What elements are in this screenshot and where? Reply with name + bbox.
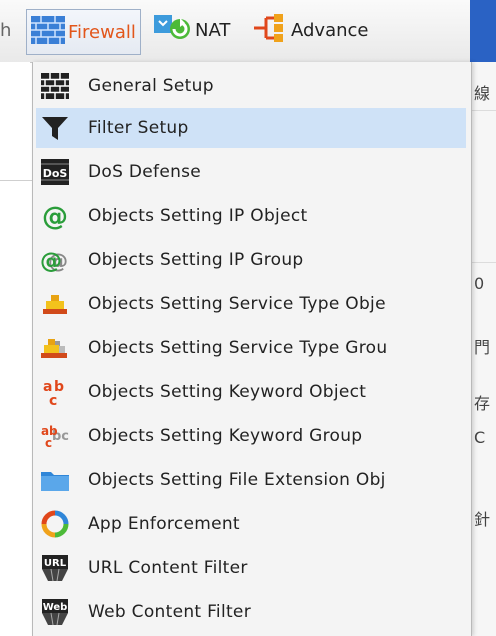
nat-menu-button[interactable]: NAT	[154, 10, 230, 50]
at-icon: @	[40, 201, 70, 231]
top-toolbar: h Firewall NAT Advance	[0, 0, 470, 63]
dos-icon: DoS	[40, 157, 70, 187]
menu-item-keyword-group[interactable]: bc a b c Objects Setting Keyword Group	[36, 416, 466, 456]
menu-item-label: DoS Defense	[88, 162, 202, 182]
menu-item-file-extension-object[interactable]: Objects Setting File Extension Obj	[36, 460, 466, 500]
firewall-icon	[31, 15, 68, 49]
keyword-icon: a b c	[40, 377, 70, 407]
app-ring-icon	[40, 509, 70, 539]
svg-text:URL: URL	[44, 558, 67, 569]
menu-item-service-type-group[interactable]: Objects Setting Service Type Grou	[36, 328, 466, 368]
svg-text:Web: Web	[43, 602, 68, 613]
menu-item-label: App Enforcement	[88, 514, 240, 534]
svg-text:@: @	[40, 249, 62, 274]
firewall-menu-button[interactable]: Firewall	[26, 9, 141, 55]
menu-item-ip-group[interactable]: @ @ Objects Setting IP Group	[36, 240, 466, 280]
menu-item-keyword-object[interactable]: a b c Objects Setting Keyword Object	[36, 372, 466, 412]
background-divider	[470, 262, 496, 263]
service-type-group-icon	[40, 333, 70, 363]
firewall-label: Firewall	[68, 21, 136, 43]
menu-item-label: Objects Setting Keyword Group	[88, 426, 363, 446]
background-glyph: 門	[474, 338, 491, 357]
menu-item-filter-setup[interactable]: Filter Setup	[36, 108, 466, 148]
menu-item-ip-object[interactable]: @ Objects Setting IP Object	[36, 196, 466, 236]
brick-wall-icon	[40, 71, 70, 101]
keyword-group-icon: bc a b c	[40, 421, 70, 451]
menu-item-label: Filter Setup	[88, 118, 189, 138]
advance-label: Advance	[291, 19, 369, 41]
background-glyph: 0	[474, 274, 485, 293]
menu-item-label: Objects Setting Service Type Obje	[88, 294, 386, 314]
url-icon: URL	[40, 553, 70, 583]
nat-label: NAT	[195, 19, 231, 41]
firewall-dropdown-menu: General Setup Filter Setup DoS DoS Defen…	[32, 62, 472, 636]
menu-item-dos-defense[interactable]: DoS DoS Defense	[36, 152, 466, 192]
background-glyph: C	[474, 428, 486, 447]
menu-item-label: URL Content Filter	[88, 558, 248, 578]
background-divider	[470, 110, 496, 111]
nat-icon	[154, 13, 195, 48]
menu-item-label: Objects Setting IP Object	[88, 206, 308, 226]
menu-item-label: General Setup	[88, 76, 214, 96]
background-glyph: 存	[474, 394, 491, 413]
menu-item-web-content-filter[interactable]: Web Web Content Filter	[36, 592, 466, 632]
menu-item-app-enforcement[interactable]: App Enforcement	[36, 504, 466, 544]
menu-item-url-content-filter[interactable]: URL URL Content Filter	[36, 548, 466, 588]
funnel-icon	[40, 113, 70, 143]
svg-text:c: c	[49, 393, 57, 407]
folder-icon	[40, 465, 70, 495]
background-right-panel: 線 0 門 存 C 針	[470, 62, 496, 636]
toolbar-cut-label: h	[0, 19, 12, 41]
menu-item-general-setup[interactable]: General Setup	[36, 66, 466, 106]
service-type-icon	[40, 289, 70, 319]
menu-item-label: Objects Setting IP Group	[88, 250, 304, 270]
svg-text:DoS: DoS	[43, 167, 68, 180]
menu-item-label: Objects Setting File Extension Obj	[88, 470, 386, 490]
svg-text:c: c	[45, 436, 52, 450]
menu-item-service-type-object[interactable]: Objects Setting Service Type Obje	[36, 284, 466, 324]
background-left-area	[0, 62, 32, 636]
at-group-icon: @ @	[40, 245, 70, 275]
menu-item-label: Web Content Filter	[88, 602, 251, 622]
web-icon: Web	[40, 597, 70, 627]
menu-item-label: Objects Setting Service Type Grou	[88, 338, 388, 358]
background-divider	[0, 180, 32, 181]
background-glyph: 線	[474, 84, 491, 103]
advance-icon	[254, 13, 291, 48]
advance-menu-button[interactable]: Advance	[254, 10, 368, 50]
background-glyph: 針	[474, 510, 491, 529]
menu-item-label: Objects Setting Keyword Object	[88, 382, 367, 402]
svg-text:@: @	[42, 202, 68, 230]
toolbar-cut-item[interactable]: h	[0, 10, 20, 50]
